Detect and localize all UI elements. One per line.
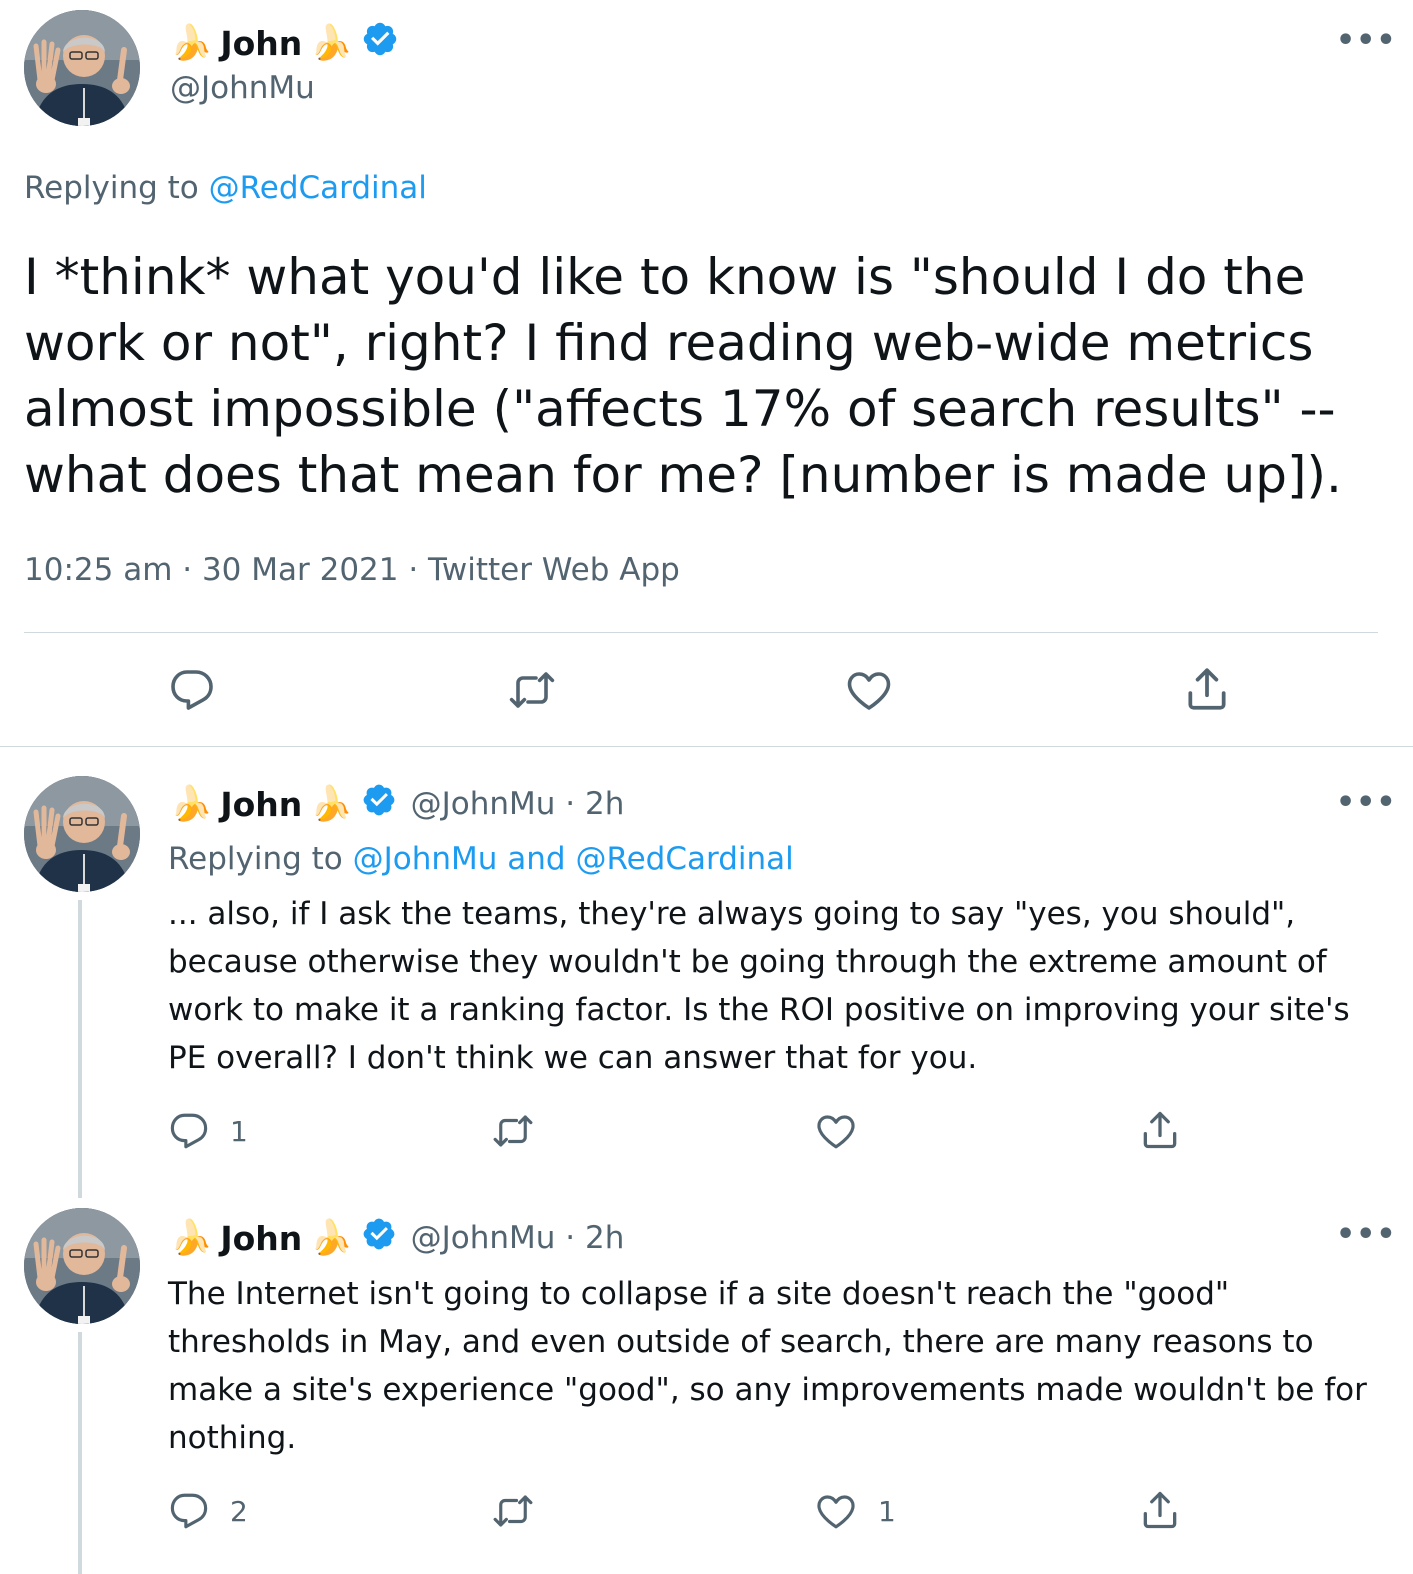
banana-icon: 🍌 <box>310 1218 353 1258</box>
like-icon <box>814 1110 858 1152</box>
tweet-timestamp[interactable]: 10:25 am · 30 Mar 2021 · Twitter Web App <box>24 552 680 588</box>
display-name[interactable]: John <box>220 785 302 824</box>
share-button[interactable] <box>1182 664 1232 714</box>
retweet-icon <box>506 666 558 714</box>
share-button[interactable] <box>1138 1108 1182 1152</box>
more-icon[interactable]: ••• <box>1336 26 1397 56</box>
replying-prefix: Replying to <box>24 170 209 206</box>
avatar[interactable] <box>24 776 140 892</box>
avatar[interactable] <box>24 10 140 126</box>
retweet-icon <box>490 1110 536 1152</box>
avatar[interactable] <box>24 1208 140 1324</box>
user-handle[interactable]: @JohnMu <box>170 70 315 106</box>
retweet-button[interactable] <box>490 1490 536 1532</box>
replying-to-link[interactable]: @JohnMu and @RedCardinal <box>353 841 794 877</box>
main-name-row[interactable]: 🍌 John 🍌 <box>170 20 399 66</box>
reply-icon <box>168 1110 210 1152</box>
reply-button[interactable] <box>168 666 216 714</box>
display-name[interactable]: John <box>220 24 302 63</box>
tweet-text: ... also, if I ask the teams, they're al… <box>168 896 1350 1076</box>
thread-line <box>78 900 82 1198</box>
retweet-icon <box>490 1490 536 1532</box>
user-handle-time[interactable]: @JohnMu · 2h <box>411 786 625 822</box>
verified-badge-icon <box>361 20 399 66</box>
share-icon <box>1138 1108 1182 1152</box>
banana-icon: 🍌 <box>170 784 213 824</box>
reply-icon <box>168 1490 210 1532</box>
banana-icon: 🍌 <box>170 1218 213 1258</box>
banana-icon: 🍌 <box>310 784 353 824</box>
like-button[interactable]: 1 <box>814 1490 896 1532</box>
replying-to: Replying to @RedCardinal <box>24 170 427 206</box>
verified-badge-icon <box>361 1216 397 1260</box>
reply-name-row[interactable]: 🍌 John 🍌 @JohnMu · 2h <box>170 782 624 826</box>
like-count: 1 <box>878 1494 896 1528</box>
banana-icon: 🍌 <box>310 23 353 63</box>
tweet-text: I *think* what you'd like to know is "sh… <box>24 248 1342 504</box>
retweet-button[interactable] <box>490 1110 536 1152</box>
replying-prefix: Replying to <box>168 841 353 877</box>
share-button[interactable] <box>1138 1488 1182 1532</box>
like-button[interactable] <box>844 666 894 714</box>
divider <box>0 746 1413 747</box>
more-icon[interactable]: ••• <box>1336 788 1397 818</box>
verified-badge-icon <box>361 782 397 826</box>
more-icon[interactable]: ••• <box>1336 1220 1397 1250</box>
reply-icon <box>168 666 216 714</box>
reply-count: 2 <box>230 1494 248 1528</box>
banana-icon: 🍌 <box>170 23 213 63</box>
retweet-button[interactable] <box>506 666 558 714</box>
share-icon <box>1138 1488 1182 1532</box>
reply-button[interactable]: 2 <box>168 1490 248 1532</box>
reply-name-row[interactable]: 🍌 John 🍌 @JohnMu · 2h <box>170 1216 624 1260</box>
user-handle-time[interactable]: @JohnMu · 2h <box>411 1220 625 1256</box>
replying-to-link[interactable]: @RedCardinal <box>209 170 427 206</box>
like-icon <box>814 1490 858 1532</box>
tweet-text: The Internet isn't going to collapse if … <box>168 1276 1367 1456</box>
like-icon <box>844 666 894 714</box>
display-name[interactable]: John <box>220 1219 302 1258</box>
reply-count: 1 <box>230 1114 248 1148</box>
share-icon <box>1182 664 1232 714</box>
replying-to: Replying to @JohnMu and @RedCardinal <box>168 841 794 877</box>
reply-button[interactable]: 1 <box>168 1110 248 1152</box>
thread-line <box>78 1332 82 1574</box>
divider <box>24 632 1378 633</box>
like-button[interactable] <box>814 1110 858 1152</box>
